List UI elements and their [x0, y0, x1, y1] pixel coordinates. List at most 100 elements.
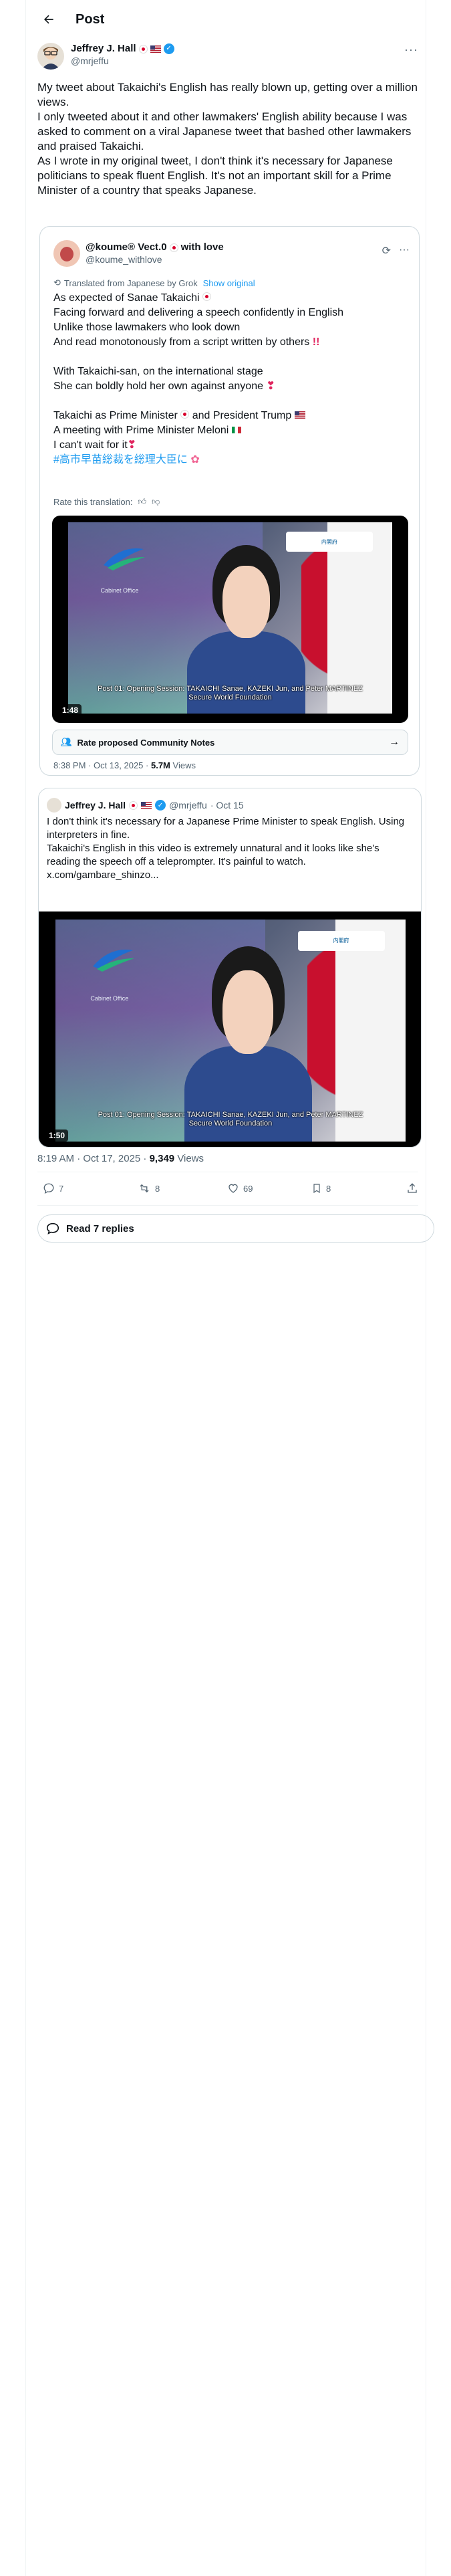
- reply-icon: [43, 1183, 54, 1194]
- quoted-text: As expected of Sanae Takaichi Facing for…: [53, 291, 408, 467]
- video-player[interactable]: Cabinet Office 内閣府 Post 01: Opening Sess…: [39, 911, 421, 1147]
- arrow-right-icon: →: [389, 736, 400, 748]
- post-timestamp[interactable]: 8:19 AM · Oct 17, 2025 ·: [37, 1153, 146, 1164]
- share-button[interactable]: [406, 1182, 418, 1194]
- post-author: Jeffrey J. Hall ✓ @mrjeffu ···: [37, 43, 418, 75]
- org-badge: 内閣府: [297, 930, 385, 951]
- like-button[interactable]: 69: [227, 1182, 253, 1194]
- quoted-author-handle[interactable]: @koume_withlove: [86, 253, 224, 265]
- repost-count: 8: [155, 1183, 160, 1194]
- quoted-avatar[interactable]: [53, 240, 80, 267]
- quoted-line: With Takaichi-san, on the international …: [53, 366, 263, 377]
- post-views-label: Views: [177, 1153, 204, 1164]
- header-bar: Post: [26, 0, 426, 39]
- post-paragraph: My tweet about Takaichi's English has re…: [37, 81, 418, 108]
- quoted-meta: 8:38 PM · Oct 13, 2025 · 5.7M Views: [53, 760, 196, 770]
- cabinet-office-label: Cabinet Office: [90, 994, 129, 1002]
- community-notes-button[interactable]: 👥︎ Rate proposed Community Notes →: [52, 730, 408, 755]
- embedded-line: I don't think it's necessary for a Japan…: [47, 816, 405, 841]
- embedded-text: I don't think it's necessary for a Japan…: [47, 815, 414, 882]
- video-frame: Cabinet Office 内閣府 Post 01: Opening Sess…: [68, 522, 392, 714]
- video-caption-line1: Post 01: Opening Session: TAKAICHI Sanae…: [98, 684, 363, 693]
- japan-flag-icon: [138, 44, 148, 53]
- quoted-line: Facing forward and delivering a speech c…: [53, 307, 344, 318]
- quoted-author-name-suffix: with love: [180, 241, 224, 253]
- action-bar: 7 8 69 8: [37, 1178, 418, 1198]
- quoted-line: I can't wait for it: [53, 439, 128, 451]
- embedded-author-handle[interactable]: @mrjeffu: [169, 800, 207, 811]
- quoted-line: A meeting with Prime Minister Meloni: [53, 425, 229, 436]
- heart-icon: [229, 1184, 238, 1193]
- flower-icon: ✿: [190, 454, 200, 465]
- video-caption-line1: Post 01: Opening Session: TAKAICHI Sanae…: [98, 1111, 363, 1119]
- post-paragraph: As I wrote in my original tweet, I don't…: [37, 154, 393, 197]
- back-button[interactable]: [35, 6, 62, 33]
- thumbs-up-icon[interactable]: 👍︎: [138, 497, 147, 507]
- verified-badge-icon: ✓: [163, 43, 174, 54]
- quoted-line: And read monotonously from a script writ…: [53, 336, 310, 348]
- quoted-line: and President Trump: [192, 410, 292, 421]
- read-replies-label: Read 7 replies: [66, 1222, 134, 1235]
- show-original-link[interactable]: Show original: [203, 278, 255, 288]
- video-caption-line2: Secure World Foundation: [188, 693, 272, 702]
- video-duration: 1:50: [45, 1130, 69, 1142]
- italy-flag-icon: [231, 427, 241, 433]
- quoted-author-name[interactable]: @koume® Vect.0: [86, 241, 167, 253]
- quoted-timestamp[interactable]: 8:38 PM · Oct 13, 2025 ·: [53, 760, 148, 770]
- read-replies-button[interactable]: Read 7 replies: [37, 1214, 434, 1243]
- bookmark-button[interactable]: 8: [311, 1182, 331, 1194]
- post-text: My tweet about Takaichi's English has re…: [37, 80, 418, 198]
- post-paragraph: I only tweeted about it and other lawmak…: [37, 110, 412, 152]
- quoted-line: As expected of Sanae Takaichi: [53, 292, 200, 304]
- post-meta: 8:19 AM · Oct 17, 2025 · 9,349 Views: [37, 1153, 204, 1164]
- rate-label: Rate this translation:: [53, 497, 133, 507]
- japan-flag-icon: [129, 800, 138, 810]
- chat-bubble-icon: [46, 1222, 59, 1235]
- exclamation-icon: ❣: [266, 381, 275, 392]
- avatar[interactable]: [37, 43, 64, 70]
- embedded-author-name[interactable]: Jeffrey J. Hall: [65, 800, 126, 811]
- like-count: 69: [243, 1183, 253, 1194]
- quoted-post-card[interactable]: @koume® Vect.0 with love @koume_withlove…: [39, 226, 420, 776]
- page-title: Post: [76, 11, 105, 27]
- org-badge: 内閣府: [285, 532, 373, 552]
- author-name[interactable]: Jeffrey J. Hall: [71, 43, 136, 55]
- hashtag-link[interactable]: #高市早苗総裁を総理大臣に: [53, 454, 188, 465]
- quoted-header-icons: ⟳ ···: [382, 244, 410, 257]
- us-flag-icon: [150, 45, 161, 53]
- repost-button[interactable]: 8: [138, 1182, 160, 1194]
- embedded-link[interactable]: x.com/gambare_shinzo...: [47, 869, 414, 882]
- author-handle[interactable]: @mrjeffu: [71, 55, 174, 67]
- embedded-author: Jeffrey J. Hall ✓ @mrjeffu · Oct 15: [47, 798, 244, 813]
- embedded-date: · Oct 15: [210, 800, 244, 811]
- video-player[interactable]: Cabinet Office 内閣府 Post 01: Opening Sess…: [52, 516, 408, 723]
- video-caption-line2: Secure World Foundation: [188, 1119, 273, 1128]
- cabinet-office-label: Cabinet Office: [100, 587, 139, 595]
- divider: [37, 1205, 418, 1206]
- translate-icon: ⟲: [53, 278, 61, 288]
- thumbs-down-icon[interactable]: 👎︎: [152, 497, 160, 507]
- video-frame: Cabinet Office 内閣府 Post 01: Opening Sess…: [55, 920, 406, 1142]
- grok-icon[interactable]: ⟳: [382, 244, 391, 257]
- embedded-post-card[interactable]: Jeffrey J. Hall ✓ @mrjeffu · Oct 15 I do…: [38, 788, 422, 1148]
- video-caption: Post 01: Opening Session: TAKAICHI Sanae…: [69, 1111, 392, 1128]
- avatar[interactable]: [47, 798, 61, 813]
- exclamation-icon: ❣: [127, 439, 137, 451]
- translation-notice: ⟲ Translated from Japanese by Grok Show …: [53, 278, 255, 288]
- video-background-right: [335, 920, 406, 1142]
- japan-flag-icon: [180, 410, 190, 419]
- share-icon: [408, 1183, 417, 1193]
- page: Post Jeffrey J. Hall ✓ @mrjeffu ··· My t…: [0, 0, 451, 2576]
- org-badge-label: 内閣府: [321, 538, 337, 545]
- reply-button[interactable]: 7: [43, 1182, 63, 1194]
- japan-flag-icon: [202, 292, 211, 301]
- more-options-icon[interactable]: ···: [399, 244, 410, 257]
- video-duration: 1:48: [59, 704, 82, 716]
- japan-flag-icon: [169, 243, 178, 252]
- cabinet-office-logo-icon: [103, 548, 145, 571]
- community-notes-icon: 👥︎: [61, 737, 72, 747]
- verified-badge-icon: ✓: [155, 800, 166, 811]
- more-options-button[interactable]: ···: [404, 43, 418, 57]
- bookmark-count: 8: [326, 1183, 331, 1194]
